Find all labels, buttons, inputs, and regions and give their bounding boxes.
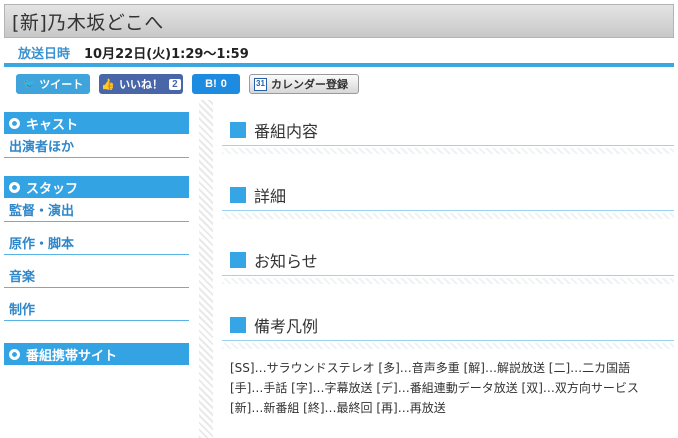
sidebar-item-music[interactable]: 音楽 [4,264,189,288]
tweet-button[interactable]: 🐦 ツイート [16,74,90,94]
section-title: お知らせ [254,252,318,271]
section-title: 備考凡例 [254,317,319,336]
title-bar: [新]乃木坂どこへ [4,4,674,38]
main-content: 番組内容 詳細 お知らせ 備考凡例 [222,112,674,372]
header-accent-rule [4,63,674,67]
broadcast-info: 放送日時 10月22日(火)1:29～1:59 [4,40,674,64]
circle-bullet-icon [9,181,20,193]
sidebar-item-writer[interactable]: 原作・脚本 [4,231,189,255]
square-bullet-icon [230,252,246,268]
section-rule [222,145,674,146]
sidebar-item-director[interactable]: 監督・演出 [4,198,189,222]
section-stripe [222,213,674,219]
twitter-bird-icon: 🐦 [22,78,36,90]
thumbs-up-icon: 👍 [101,78,116,91]
sidebar-heading-cast: キャスト [4,112,189,134]
circle-bullet-icon [9,117,20,129]
sidebar-heading-label: スタッフ [26,181,79,197]
legend-line: [新]…新番組 [終]…最終回 [再]…再放送 [230,401,446,415]
broadcast-datetime: 10月22日(火)1:29～1:59 [84,46,249,62]
social-bar: 🐦 ツイート 👍 いいね！ 2 B! 0 31 カレンダー登録 [16,74,359,94]
sidebar-heading-label: キャスト [26,117,79,133]
square-bullet-icon [230,122,246,138]
section-program-content: 番組内容 [222,112,674,177]
section-stripe [222,148,674,154]
like-count: 2 [169,78,181,90]
hatena-label: B! [205,78,217,90]
section-rule [222,275,674,276]
legend-line: [SS]…サラウンドステレオ [多]…音声多重 [解]…解説放送 [二]…二カ国… [230,361,631,375]
page-title: [新]乃木坂どこへ [12,11,164,34]
section-title: 詳細 [254,187,287,206]
sidebar-item-cast[interactable]: 出演者ほか [4,134,189,158]
calendar-register-button[interactable]: 31 カレンダー登録 [249,74,359,94]
sidebar: キャスト 出演者ほか スタッフ 監督・演出 原作・脚本 音楽 制作 番組携帯サイ… [4,112,189,365]
section-rule [222,210,674,211]
section-rule [222,340,674,341]
calendar-icon: 31 [254,77,267,91]
hatena-count: 0 [220,78,227,90]
section-details: 詳細 [222,177,674,242]
legend-text: [SS]…サラウンドステレオ [多]…音声多重 [解]…解説放送 [二]…二カ国… [230,358,670,418]
square-bullet-icon [230,317,246,333]
tweet-label: ツイート [39,79,84,91]
calendar-label: カレンダー登録 [271,79,348,91]
square-bullet-icon [230,187,246,203]
sidebar-heading-mobile-site[interactable]: 番組携帯サイト [4,343,189,365]
hatena-bookmark-button[interactable]: B! 0 [192,74,240,94]
sidebar-heading-label: 番組携帯サイト [26,348,118,364]
broadcast-label: 放送日時 [18,46,71,62]
like-label: いいね！ [119,79,164,91]
sidebar-item-production[interactable]: 制作 [4,297,189,321]
section-stripe [222,278,674,284]
section-title: 番組内容 [254,122,319,141]
legend-line: [手]…手話 [字]…字幕放送 [デ]…番組連動データ放送 [双]…双方向サービ… [230,381,639,395]
circle-bullet-icon [9,348,20,360]
section-stripe [222,343,674,349]
sidebar-heading-staff: スタッフ [4,176,189,198]
column-divider [199,100,213,438]
section-notice: お知らせ [222,242,674,307]
like-button[interactable]: 👍 いいね！ 2 [99,74,183,94]
